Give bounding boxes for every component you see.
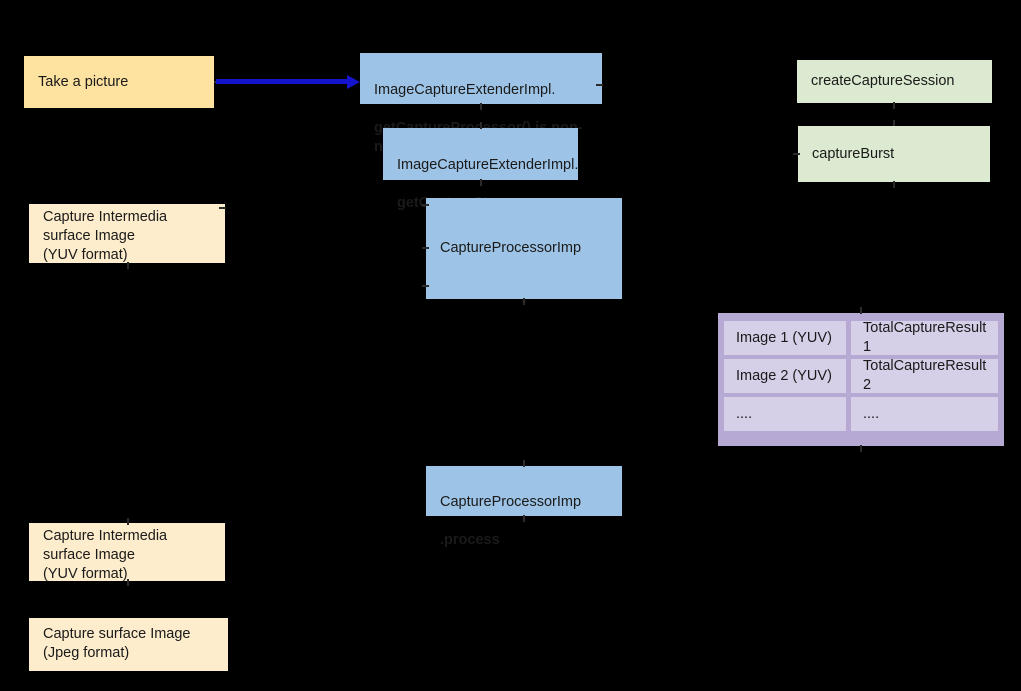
node-capture-intermedia-surface-bottom-label: Capture Intermedia surface Image (YUV fo…: [43, 528, 168, 582]
cell-result-more: ....: [863, 405, 880, 422]
node-capture-burst-label: captureBurst: [812, 145, 895, 162]
node-capture-processor-imp[interactable]: CaptureProcessorImp: [426, 198, 622, 299]
table-row[interactable]: TotalCaptureResult 1: [851, 320, 998, 355]
arrow-head-icon: [347, 74, 360, 89]
table-row[interactable]: Image 2 (YUV): [724, 359, 846, 393]
node-take-a-picture-label: Take a picture: [38, 73, 129, 90]
connector-stub: [480, 179, 482, 186]
node-capture-burst[interactable]: captureBurst: [798, 126, 990, 182]
connector-stub: [480, 103, 482, 110]
node-capture-processor-imp-label: CaptureProcessorImp: [440, 240, 582, 256]
node-get-capture-stages-line1: ImageCaptureExtenderImpl.: [397, 157, 579, 173]
node-capture-intermedia-surface-top-label: Capture Intermedia surface Image (YUV fo…: [43, 209, 168, 263]
connector-stub: [127, 518, 129, 525]
connector-stub: [523, 298, 525, 305]
arrow-take-picture-to-get-capture-processor: [216, 79, 350, 84]
connector-stub: [893, 102, 895, 109]
connector-stub: [523, 515, 525, 522]
connector-stub: [422, 204, 429, 206]
cell-result-2: TotalCaptureResult 2: [863, 358, 987, 393]
node-take-a-picture[interactable]: Take a picture: [24, 56, 214, 108]
diagram-canvas: Take a picture Capture Intermedia surfac…: [0, 0, 1021, 691]
node-capture-intermedia-surface-bottom[interactable]: Capture Intermedia surface Image (YUV fo…: [29, 523, 225, 582]
node-capture-processor-imp-process[interactable]: CaptureProcessorImp .process: [426, 466, 622, 548]
connector-stub: [596, 84, 603, 86]
node-capture-processor-imp-process-line1: CaptureProcessorImp: [440, 494, 582, 510]
node-capture-surface-jpeg[interactable]: Capture surface Image (Jpeg format): [29, 618, 228, 671]
connector-stub: [422, 247, 429, 249]
connector-stub: [860, 445, 862, 452]
cell-image-2: Image 2 (YUV): [736, 367, 832, 384]
node-capture-processor-imp-process-line2: .process: [440, 532, 500, 548]
connector-stub: [793, 153, 800, 155]
cell-result-1: TotalCaptureResult 1: [863, 320, 987, 355]
connector-stub: [893, 181, 895, 188]
table-row[interactable]: ....: [724, 397, 846, 431]
connector-stub: [480, 122, 482, 129]
node-capture-intermedia-surface-top[interactable]: Capture Intermedia surface Image (YUV fo…: [29, 204, 225, 263]
table-row[interactable]: ....: [851, 397, 998, 431]
result-table-frame: Image 1 (YUV) TotalCaptureResult 1 Image…: [718, 313, 1004, 446]
table-row[interactable]: Image 1 (YUV): [724, 321, 846, 355]
connector-stub: [523, 460, 525, 467]
node-create-capture-session[interactable]: createCaptureSession: [797, 60, 992, 103]
connector-stub: [860, 307, 862, 314]
cell-image-1: Image 1 (YUV): [736, 329, 832, 346]
connector-stub: [422, 285, 429, 287]
node-capture-surface-jpeg-label: Capture surface Image (Jpeg format): [43, 626, 191, 661]
connector-stub: [219, 207, 226, 209]
node-get-capture-processor-line1: ImageCaptureExtenderImpl.: [374, 82, 556, 98]
node-get-capture-stages[interactable]: ImageCaptureExtenderImpl. getCaptureStag…: [383, 128, 579, 211]
connector-stub: [127, 262, 129, 269]
node-create-capture-session-label: createCaptureSession: [811, 73, 955, 89]
table-row[interactable]: TotalCaptureResult 2: [851, 358, 998, 393]
node-get-capture-processor[interactable]: ImageCaptureExtenderImpl. getCaptureProc…: [360, 53, 602, 155]
connector-stub: [127, 579, 129, 586]
cell-image-more: ....: [736, 405, 753, 422]
